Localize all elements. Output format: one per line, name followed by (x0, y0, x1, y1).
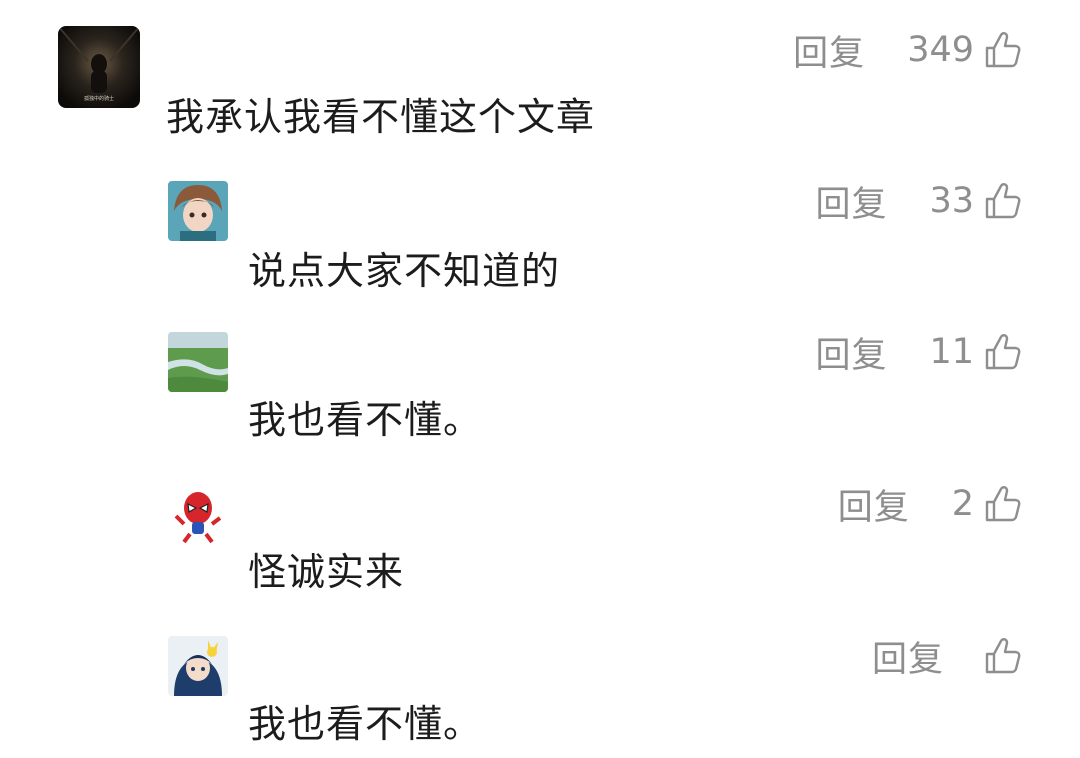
comment-text: 我也看不懂。 (248, 702, 483, 746)
like-count: 349 (907, 30, 974, 70)
dark-tunnel-figure-avatar: 孤独中的骑士 (58, 26, 140, 108)
anime-girl-pikachu-avatar (168, 636, 228, 696)
comment-text: 怪诚实来 (248, 550, 405, 594)
thumbs-up-icon[interactable] (982, 30, 1022, 70)
comment-actions: 回复 2 (838, 479, 1022, 530)
thumbs-up-icon[interactable] (982, 332, 1022, 372)
reply-button[interactable]: 回复 (838, 479, 910, 530)
avatar[interactable] (168, 181, 228, 241)
thumbs-up-icon[interactable] (982, 181, 1022, 221)
avatar[interactable]: 孤独中的骑士 (58, 26, 140, 108)
like-count: 11 (929, 332, 974, 372)
like-count: 33 (929, 181, 974, 221)
reply-item: 回复 11 我也看不懂。 (0, 302, 1080, 454)
reply-button[interactable]: 回复 (815, 327, 887, 378)
reply-item: 回复 33 说点大家不知道的 (0, 150, 1080, 302)
reply-button[interactable]: 回复 (793, 25, 865, 76)
comment-text: 我承认我看不懂这个文章 (166, 95, 596, 139)
avatar[interactable] (168, 484, 228, 544)
reply-item: 回复 我也看不懂。 (0, 606, 1080, 758)
comment-item: 孤独中的骑士 回复 349 我承认我看不懂这个文章 (0, 0, 1080, 150)
comment-actions: 回复 33 (815, 176, 1022, 227)
anime-boy-avatar (168, 181, 228, 241)
thumbs-up-icon[interactable] (982, 636, 1022, 676)
reply-button[interactable]: 回复 (815, 176, 887, 227)
avatar[interactable] (168, 636, 228, 696)
landscape-river-avatar (168, 332, 228, 392)
avatar[interactable] (168, 332, 228, 392)
comment-actions: 回复 349 (793, 25, 1022, 76)
thumbs-up-icon[interactable] (982, 484, 1022, 524)
comment-actions: 回复 11 (815, 327, 1022, 378)
comment-actions: 回复 (872, 631, 1022, 682)
avatar-caption-logo: 孤独中的骑士 (84, 95, 114, 102)
reply-button[interactable]: 回复 (872, 631, 944, 682)
like-count: 2 (951, 484, 974, 524)
spiderman-avatar (168, 484, 228, 544)
comment-text: 说点大家不知道的 (248, 249, 561, 293)
reply-item: 回复 2 怪诚实来 (0, 454, 1080, 606)
comment-text: 我也看不懂。 (248, 398, 483, 442)
